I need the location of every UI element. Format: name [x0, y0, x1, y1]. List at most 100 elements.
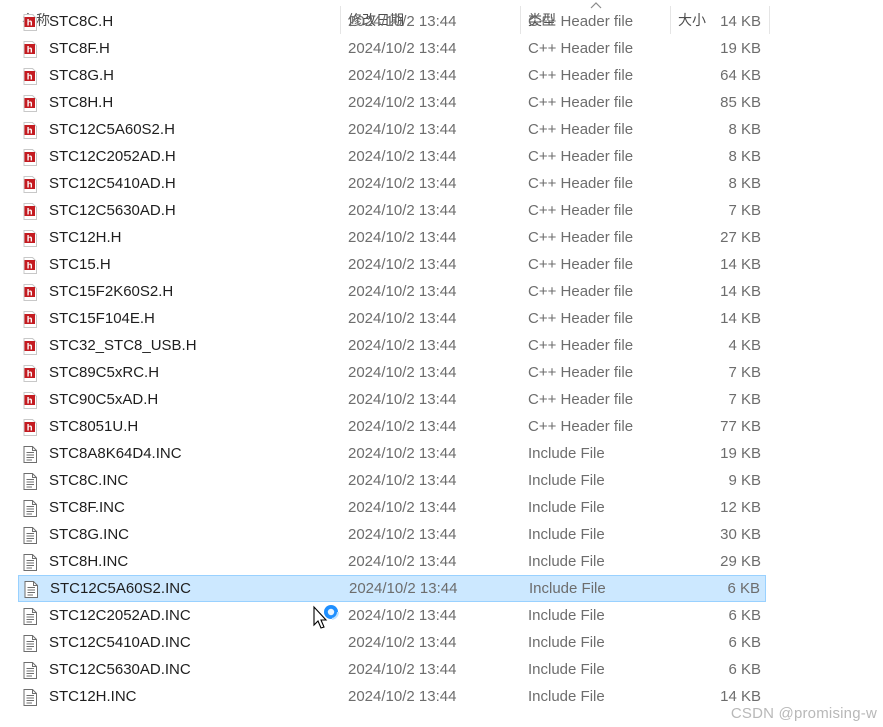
file-type: C++ Header file [528, 418, 634, 435]
file-row[interactable]: h STC8051U.H 2024/10/2 13:44 C++ Header fil… [18, 413, 766, 440]
file-row[interactable]: h STC89C5xRC.H 2024/10/2 13:44 C++ Header f… [18, 359, 766, 386]
file-name: STC89C5xRC.H [49, 364, 160, 381]
file-size: 64 KB [720, 67, 761, 84]
file-row[interactable]: STC12C5A60S2.INC 2024/10/2 13:44 Include F… [18, 575, 766, 602]
file-modified-date: 2024/10/2 13:44 [348, 499, 457, 516]
svg-text:h: h [27, 342, 33, 353]
file-name: STC12C5630AD.H [49, 202, 176, 219]
file-name: STC8H.INC [49, 553, 129, 570]
file-name: STC8F.H [49, 40, 110, 57]
svg-text:h: h [27, 369, 33, 380]
file-size: 14 KB [720, 13, 761, 30]
text-file-icon [23, 553, 37, 571]
file-type: C++ Header file [528, 256, 634, 273]
file-name: STC8051U.H [49, 418, 139, 435]
h-file-icon: h [23, 337, 37, 355]
file-size: 19 KB [720, 40, 761, 57]
h-file-icon: h [23, 121, 37, 139]
file-row[interactable]: h STC12C2052AD.H 2024/10/2 13:44 C++ Header… [18, 143, 766, 170]
file-row[interactable]: STC12H.INC 2024/10/2 13:44 Include File 14 … [18, 683, 766, 710]
file-row[interactable]: h STC8H.H 2024/10/2 13:44 C++ Header file 85… [18, 89, 766, 116]
file-row[interactable]: h STC8F.H 2024/10/2 13:44 C++ Header file 19… [18, 35, 766, 62]
file-type: Include File [528, 661, 605, 678]
file-size: 19 KB [720, 445, 761, 462]
file-row[interactable]: h STC12C5410AD.H 2024/10/2 13:44 C++ Header… [18, 170, 766, 197]
file-row[interactable]: STC12C2052AD.INC 2024/10/2 13:44 Include F… [18, 602, 766, 629]
file-name: STC15F104E.H [49, 310, 155, 327]
svg-text:h: h [27, 72, 33, 83]
file-name: STC15F2K60S2.H [49, 283, 174, 300]
file-type: C++ Header file [528, 364, 634, 381]
file-modified-date: 2024/10/2 13:44 [348, 634, 457, 651]
file-modified-date: 2024/10/2 13:44 [348, 256, 457, 273]
file-name: STC12C5A60S2.INC [50, 580, 191, 597]
text-file-icon [23, 688, 37, 706]
h-file-icon: h [23, 13, 37, 31]
file-row[interactable]: h STC90C5xAD.H 2024/10/2 13:44 C++ Header f… [18, 386, 766, 413]
file-type: Include File [528, 688, 605, 705]
text-file-icon [23, 472, 37, 490]
file-size: 7 KB [728, 364, 761, 381]
file-type: C++ Header file [528, 121, 634, 138]
file-modified-date: 2024/10/2 13:44 [348, 445, 457, 462]
file-modified-date: 2024/10/2 13:44 [348, 121, 457, 138]
file-row[interactable]: h STC8G.H 2024/10/2 13:44 C++ Header file 64… [18, 62, 766, 89]
svg-text:h: h [27, 99, 33, 110]
svg-text:h: h [27, 18, 33, 29]
text-file-icon [23, 526, 37, 544]
file-modified-date: 2024/10/2 13:44 [348, 391, 457, 408]
file-type: C++ Header file [528, 310, 634, 327]
file-type: C++ Header file [528, 229, 634, 246]
file-type: Include File [528, 472, 605, 489]
h-file-icon: h [23, 148, 37, 166]
column-divider[interactable] [769, 6, 770, 34]
file-name: STC32_STC8_USB.H [49, 337, 197, 354]
file-row[interactable]: h STC12C5630AD.H 2024/10/2 13:44 C++ Header… [18, 197, 766, 224]
watermark: CSDN @promising-w [730, 705, 877, 722]
file-row[interactable]: STC8G.INC 2024/10/2 13:44 Include File 30 K… [18, 521, 766, 548]
svg-text:h: h [27, 126, 33, 137]
h-file-icon: h [23, 175, 37, 193]
text-file-icon [24, 580, 38, 598]
file-name: STC8C.H [49, 13, 114, 30]
file-modified-date: 2024/10/2 13:44 [348, 472, 457, 489]
file-row[interactable]: STC8A8K64D4.INC 2024/10/2 13:44 Include Fi… [18, 440, 766, 467]
file-modified-date: 2024/10/2 13:44 [348, 229, 457, 246]
file-row[interactable]: h STC15F2K60S2.H 2024/10/2 13:44 C++ Header… [18, 278, 766, 305]
file-size: 14 KB [720, 283, 761, 300]
busy-pointer-icon [313, 604, 339, 629]
file-row[interactable]: h STC15F104E.H 2024/10/2 13:44 C++ Header f… [18, 305, 766, 332]
file-type: C++ Header file [528, 13, 634, 30]
svg-text:h: h [27, 423, 33, 434]
file-row[interactable]: h STC12C5A60S2.H 2024/10/2 13:44 C++ Header… [18, 116, 766, 143]
file-row[interactable]: h STC12H.H 2024/10/2 13:44 C++ Header file 2… [18, 224, 766, 251]
h-file-icon: h [23, 67, 37, 85]
h-file-icon: h [23, 364, 37, 382]
file-type: Include File [528, 607, 605, 624]
h-file-icon: h [23, 256, 37, 274]
file-row[interactable]: STC8C.INC 2024/10/2 13:44 Include File 9 KB [18, 467, 766, 494]
file-row[interactable]: STC8H.INC 2024/10/2 13:44 Include File 29 K… [18, 548, 766, 575]
text-file-icon [23, 634, 37, 652]
file-size: 6 KB [728, 661, 761, 678]
file-row[interactable]: h STC32_STC8_USB.H 2024/10/2 13:44 C++ Head… [18, 332, 766, 359]
file-row[interactable]: STC8F.INC 2024/10/2 13:44 Include File 12 K… [18, 494, 766, 521]
file-modified-date: 2024/10/2 13:44 [348, 283, 457, 300]
file-size: 8 KB [728, 175, 761, 192]
svg-text:h: h [27, 396, 33, 407]
file-size: 6 KB [727, 580, 760, 597]
file-modified-date: 2024/10/2 13:44 [348, 364, 457, 381]
file-name: STC8F.INC [49, 499, 125, 516]
file-name: STC12C5410AD.INC [49, 634, 191, 651]
file-type: C++ Header file [528, 40, 634, 57]
file-type: Include File [528, 445, 605, 462]
svg-text:h: h [27, 315, 33, 326]
file-row[interactable]: STC12C5630AD.INC 2024/10/2 13:44 Include F… [18, 656, 766, 683]
file-modified-date: 2024/10/2 13:44 [348, 40, 457, 57]
file-row[interactable]: h STC15.H 2024/10/2 13:44 C++ Header file 14… [18, 251, 766, 278]
file-row[interactable]: h STC8C.H 2024/10/2 13:44 C++ Header file 14… [18, 8, 766, 35]
file-row[interactable]: STC12C5410AD.INC 2024/10/2 13:44 Include F… [18, 629, 766, 656]
file-size: 9 KB [728, 472, 761, 489]
file-name: STC12C5A60S2.H [49, 121, 175, 138]
h-file-icon: h [23, 202, 37, 220]
